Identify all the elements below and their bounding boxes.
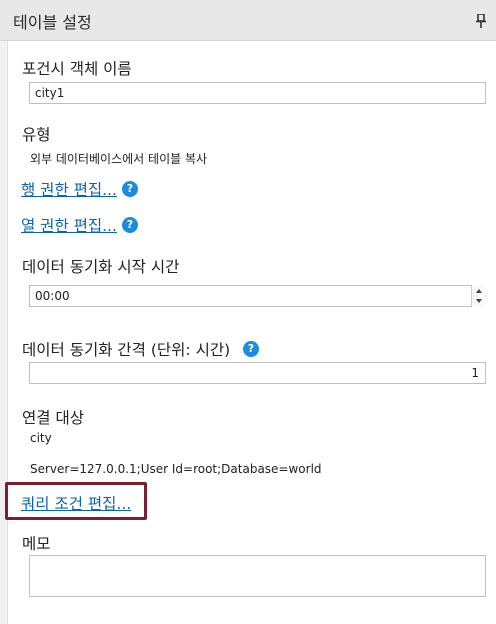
time-spinner[interactable] xyxy=(471,285,485,307)
help-icon[interactable]: ? xyxy=(122,181,138,197)
help-icon[interactable]: ? xyxy=(243,341,259,357)
highlight-box xyxy=(5,482,147,520)
connection-target: city xyxy=(30,431,52,445)
object-name-label: 포건시 객체 이름 xyxy=(22,60,132,78)
connection-string: Server=127.0.0.1;User Id=root;Database=w… xyxy=(30,462,322,476)
type-value: 외부 데이터베이스에서 테이블 복사 xyxy=(30,152,208,166)
spin-down-icon[interactable] xyxy=(476,299,482,303)
pin-icon[interactable] xyxy=(476,14,486,28)
edit-row-permissions-link[interactable]: 행 권한 편집... xyxy=(21,178,117,200)
type-label: 유형 xyxy=(22,126,51,144)
sync-start-label: 데이터 동기화 시작 시간 xyxy=(22,258,180,276)
memo-textarea[interactable] xyxy=(29,555,486,597)
edit-column-permissions-link[interactable]: 열 권한 편집... xyxy=(21,214,117,236)
connection-label: 연결 대상 xyxy=(22,409,84,427)
panel-title: 테이블 설정 xyxy=(13,13,92,32)
sync-interval-label: 데이터 동기화 간격 (단위: 시간) xyxy=(22,341,231,359)
object-name-input[interactable]: city1 xyxy=(29,82,486,104)
sync-start-time-input[interactable]: 00:00 xyxy=(29,285,472,307)
memo-label: 메모 xyxy=(22,535,51,553)
sync-interval-input[interactable]: 1 xyxy=(29,362,486,384)
help-icon[interactable]: ? xyxy=(122,217,138,233)
spin-up-icon[interactable] xyxy=(476,289,482,293)
panel-header: 테이블 설정 xyxy=(0,0,496,41)
settings-panel xyxy=(7,41,496,624)
